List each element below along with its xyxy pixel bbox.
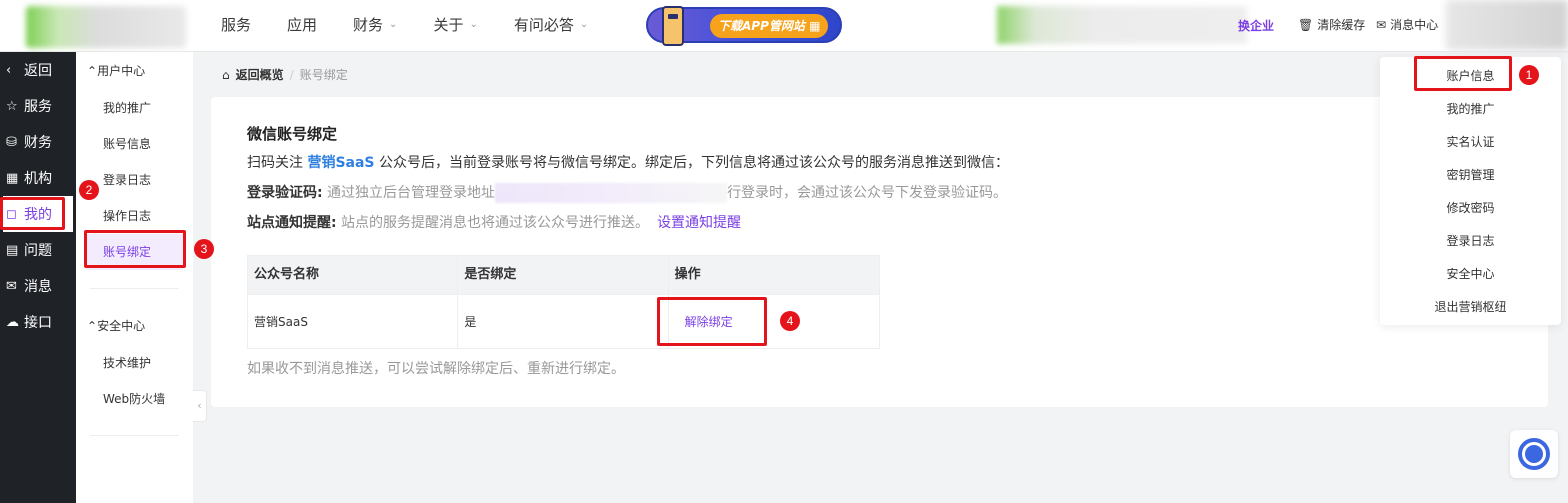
chevron-left-icon: ‹ bbox=[197, 399, 202, 412]
customer-support-button[interactable] bbox=[1510, 430, 1558, 478]
nav-item-about[interactable]: 关于 ⌄ bbox=[433, 14, 477, 35]
subnav-item-promotion[interactable]: 我的推广 bbox=[76, 90, 193, 126]
subnav-item-account-info[interactable]: 账号信息 bbox=[76, 126, 193, 162]
sidebar-item-messages[interactable]: ✉ 消息 bbox=[0, 268, 76, 304]
column-header: 公众号名称 bbox=[248, 256, 459, 294]
collapse-sidebar-button[interactable]: ‹ bbox=[193, 390, 207, 422]
sidebar-item-back[interactable]: ‹ 返回 bbox=[0, 52, 76, 88]
redacted-address bbox=[495, 183, 728, 203]
divider bbox=[90, 288, 179, 289]
column-header: 操作 bbox=[668, 256, 879, 294]
content-card: 微信账号绑定 扫码关注 营销SaaS 公众号后，当前登录账号将与微信号绑定。绑定… bbox=[211, 97, 1548, 407]
table-header: 公众号名称 是否绑定 操作 bbox=[248, 256, 879, 294]
sidebar-item-service[interactable]: ☆ 服务 bbox=[0, 88, 76, 124]
nav-item-qa[interactable]: 有问必答 ⌄ bbox=[514, 14, 588, 35]
highlight-account-info bbox=[1414, 56, 1512, 91]
chevron-down-icon: ⌄ bbox=[579, 18, 589, 30]
home-icon: ⌂ bbox=[222, 67, 230, 82]
cloud-icon: ☁ bbox=[6, 314, 19, 330]
cell-account-name: 营销SaaS bbox=[248, 294, 459, 348]
step-badge-4: 4 bbox=[780, 311, 800, 331]
menu-item-key-management[interactable]: 密钥管理 bbox=[1380, 159, 1561, 192]
divider bbox=[90, 435, 179, 436]
step-badge-2: 2 bbox=[79, 180, 99, 200]
sidebar-item-org[interactable]: ▦ 机构 bbox=[0, 160, 76, 196]
user-dropdown-menu: 账户信息 我的推广 实名认证 密钥管理 修改密码 登录日志 安全中心 退出营销枢… bbox=[1380, 57, 1561, 325]
phone-icon bbox=[662, 6, 684, 46]
sidebar-item-issues[interactable]: ▤ 问题 bbox=[0, 232, 76, 268]
download-app-banner[interactable]: 下载APP管网站 ▦ bbox=[646, 6, 842, 46]
site-notice-text: 站点通知提醒: 站点的服务提醒消息也将通过该公众号进行推送。 设置通知提醒 bbox=[247, 215, 742, 231]
sub-sidebar: ⌃用户中心 我的推广 账号信息 登录日志 操作日志 账号绑定 ⌃安全中心 技术维… bbox=[76, 52, 193, 503]
user-avatar[interactable] bbox=[1446, 0, 1568, 50]
clear-cache-button[interactable]: 🗑 清除缓存 bbox=[1298, 16, 1365, 33]
subnav-group-security-center[interactable]: ⌃安全中心 bbox=[76, 307, 193, 345]
subnav-item-operation-log[interactable]: 操作日志 bbox=[76, 198, 193, 234]
breadcrumb-current: 账号绑定 bbox=[299, 68, 348, 82]
subnav-group-user-center[interactable]: ⌃用户中心 bbox=[76, 52, 193, 90]
sidebar-item-finance[interactable]: ⛁ 财务 bbox=[0, 124, 76, 160]
brand-name: 营销SaaS bbox=[307, 155, 375, 171]
page-title: 微信账号绑定 bbox=[247, 125, 338, 143]
menu-item-login-log[interactable]: 登录日志 bbox=[1380, 225, 1561, 258]
download-app-label: 下载APP管网站 bbox=[718, 19, 805, 33]
nav-item-apps[interactable]: 应用 bbox=[287, 14, 317, 35]
logo[interactable] bbox=[26, 6, 186, 48]
top-nav: 服务 应用 财务 ⌄ 关于 ⌄ 有问必答 ⌄ bbox=[221, 0, 624, 48]
message-center-button[interactable]: ✉ 消息中心 bbox=[1376, 16, 1438, 33]
menu-item-real-name[interactable]: 实名认证 bbox=[1380, 126, 1561, 159]
help-text: 如果收不到消息推送，可以尝试解除绑定后、重新进行绑定。 bbox=[247, 361, 625, 377]
nav-item-service[interactable]: 服务 bbox=[221, 14, 251, 35]
trash-icon: 🗑 bbox=[1298, 17, 1314, 32]
menu-item-security-center[interactable]: 安全中心 bbox=[1380, 258, 1561, 291]
qr-code-icon: ▦ bbox=[809, 19, 821, 33]
star-icon: ☆ bbox=[6, 98, 18, 114]
chevron-up-icon: ⌃ bbox=[87, 319, 98, 333]
binding-table: 公众号名称 是否绑定 操作 营销SaaS 是 解除绑定 bbox=[247, 255, 880, 349]
chevron-down-icon: ⌄ bbox=[389, 18, 398, 30]
subnav-item-tech-maintenance[interactable]: 技术维护 bbox=[76, 345, 193, 381]
intro-text: 扫码关注 营销SaaS 公众号后，当前登录账号将与微信号绑定。绑定后，下列信息将… bbox=[247, 155, 1009, 171]
cell-bound: 是 bbox=[458, 294, 669, 348]
mail-icon: ✉ bbox=[1376, 17, 1387, 32]
nav-item-finance[interactable]: 财务 ⌄ bbox=[353, 14, 397, 35]
set-notification-link[interactable]: 设置通知提醒 bbox=[657, 215, 741, 231]
step-badge-1: 1 bbox=[1519, 65, 1539, 85]
highlight-unbind bbox=[657, 297, 767, 346]
menu-item-logout[interactable]: 退出营销枢纽 bbox=[1380, 291, 1561, 324]
mail-icon: ✉ bbox=[6, 278, 17, 294]
subnav-item-web-firewall[interactable]: Web防火墙 bbox=[76, 381, 193, 417]
chevron-down-icon: ⌄ bbox=[469, 18, 478, 30]
column-header: 是否绑定 bbox=[458, 256, 669, 294]
breadcrumb: ⌂ 返回概览 / 账号绑定 bbox=[222, 66, 348, 83]
step-badge-3: 3 bbox=[194, 239, 214, 259]
top-bar: 服务 应用 财务 ⌄ 关于 ⌄ 有问必答 ⌄ 下载APP管网站 ▦ 换企业 🗑 清除缓存… bbox=[0, 0, 1568, 52]
breadcrumb-home[interactable]: 返回概览 bbox=[236, 66, 284, 83]
login-code-text: 登录验证码: 通过独立后台管理登录地址 行登录时，会通过该公众号下发登录验证码。 bbox=[247, 183, 1008, 203]
chevron-up-icon: ⌃ bbox=[87, 64, 98, 78]
company-name bbox=[997, 6, 1247, 44]
database-icon: ⛁ bbox=[6, 134, 17, 150]
highlight-mine bbox=[0, 197, 65, 230]
switch-enterprise-link[interactable]: 换企业 bbox=[1238, 17, 1274, 34]
menu-item-promotion[interactable]: 我的推广 bbox=[1380, 93, 1561, 126]
highlight-account-binding bbox=[84, 230, 186, 268]
document-icon: ▤ bbox=[6, 242, 19, 258]
building-icon: ▦ bbox=[6, 170, 19, 186]
menu-item-change-password[interactable]: 修改密码 bbox=[1380, 192, 1561, 225]
main-sidebar: ‹ 返回 ☆ 服务 ⛁ 财务 ▦ 机构 ◻ 我的 ▤ 问题 ✉ 消息 ☁ 接口 bbox=[0, 52, 76, 503]
sidebar-item-api[interactable]: ☁ 接口 bbox=[0, 304, 76, 340]
back-icon: ‹ bbox=[6, 62, 12, 78]
breadcrumb-separator: / bbox=[289, 67, 294, 82]
